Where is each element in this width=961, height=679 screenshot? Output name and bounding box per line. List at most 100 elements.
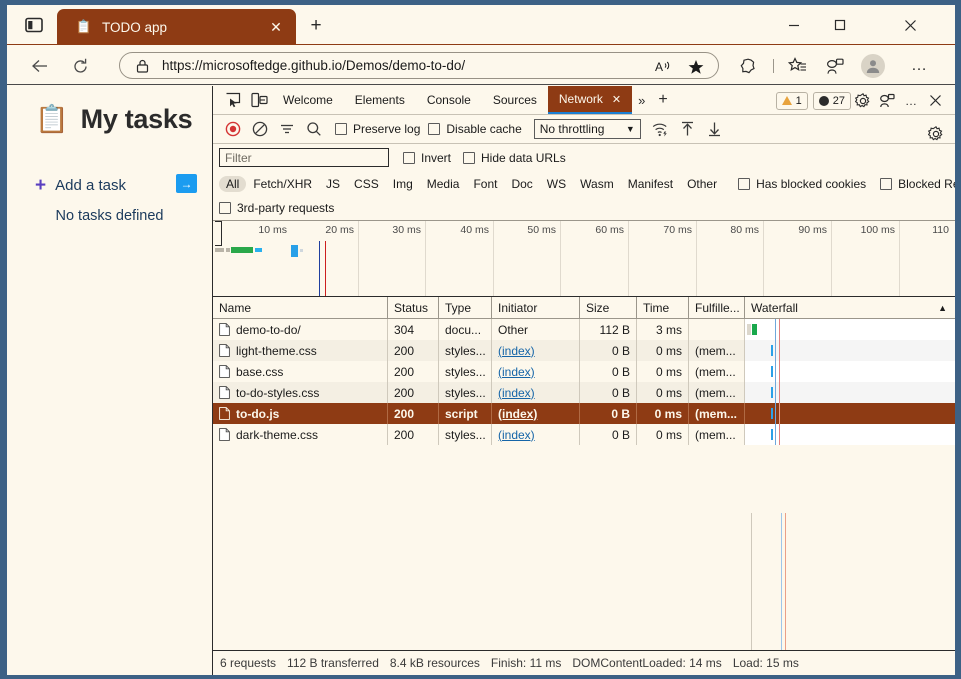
table-row[interactable]: base.css 200 styles... (index) 0 B 0 ms …	[213, 361, 955, 382]
column-header-fulfilled[interactable]: Fulfille...	[689, 297, 745, 318]
type-filter-other[interactable]: Other	[680, 176, 724, 192]
cell-name[interactable]: dark-theme.css	[213, 424, 388, 445]
initiator-link[interactable]: (index)	[498, 428, 535, 442]
tab-list-icon[interactable]	[23, 16, 45, 34]
type-filter-wasm[interactable]: Wasm	[573, 176, 621, 192]
table-row[interactable]: demo-to-do/ 304 docu... Other 112 B 3 ms	[213, 319, 955, 340]
column-header-waterfall[interactable]: Waterfall ▲	[745, 297, 955, 318]
favorites-star-icon[interactable]	[682, 56, 710, 77]
cell-initiator[interactable]: (index)	[492, 403, 580, 424]
third-party-requests-checkbox-box[interactable]	[219, 202, 231, 214]
url-bar[interactable]: https://microsoftedge.github.io/Demos/de…	[119, 52, 719, 79]
window-close-button[interactable]	[887, 5, 933, 45]
type-filter-font[interactable]: Font	[466, 176, 504, 192]
devtools-tab-welcome[interactable]: Welcome	[272, 86, 344, 114]
sort-caret-icon[interactable]: ▲	[938, 303, 947, 313]
add-task-row[interactable]: + Add a task →	[35, 176, 197, 195]
devtools-tab-console[interactable]: Console	[416, 86, 482, 114]
filter-icon[interactable]	[273, 115, 300, 144]
blocked-requests-checkbox-box[interactable]	[880, 178, 892, 190]
type-filter-fetch-xhr[interactable]: Fetch/XHR	[246, 176, 319, 192]
cell-initiator[interactable]: (index)	[492, 424, 580, 445]
type-filter-doc[interactable]: Doc	[504, 176, 539, 192]
initiator-link[interactable]: (index)	[498, 407, 537, 421]
has-blocked-cookies-checkbox[interactable]: Has blocked cookies	[738, 177, 866, 191]
cell-initiator[interactable]: (index)	[492, 382, 580, 403]
devtools-close-icon[interactable]	[923, 94, 947, 107]
devtools-tab-elements[interactable]: Elements	[344, 86, 416, 114]
column-header-initiator[interactable]: Initiator	[492, 297, 580, 318]
back-button[interactable]	[27, 53, 53, 79]
window-maximize-button[interactable]	[817, 5, 863, 45]
devtools-tab-sources[interactable]: Sources	[482, 86, 548, 114]
blocked-requests-checkbox[interactable]: Blocked Requests	[880, 177, 955, 191]
read-aloud-icon[interactable]: A	[650, 56, 678, 77]
initiator-link[interactable]: (index)	[498, 386, 535, 400]
table-row-selected[interactable]: to-do.js 200 script (index) 0 B 0 ms (me…	[213, 403, 955, 424]
devtools-more-button[interactable]: …	[899, 94, 923, 108]
has-blocked-cookies-checkbox-box[interactable]	[738, 178, 750, 190]
favorites-list-icon[interactable]	[783, 53, 811, 79]
import-har-icon[interactable]	[674, 115, 701, 144]
column-header-size[interactable]: Size	[580, 297, 637, 318]
table-row[interactable]: light-theme.css 200 styles... (index) 0 …	[213, 340, 955, 361]
cell-initiator[interactable]: (index)	[492, 361, 580, 382]
invert-checkbox[interactable]: Invert	[403, 151, 451, 165]
issues-badge[interactable]: 27	[813, 92, 851, 110]
initiator-link[interactable]: (index)	[498, 365, 535, 379]
gear-icon[interactable]	[851, 93, 875, 109]
collections-icon[interactable]	[734, 53, 762, 79]
add-panel-button[interactable]: +	[651, 86, 674, 114]
type-filter-css[interactable]: CSS	[347, 176, 386, 192]
devtools-tab-network-close-icon[interactable]: ✕	[612, 93, 621, 106]
search-icon[interactable]	[300, 115, 327, 144]
window-minimize-button[interactable]	[771, 5, 817, 45]
column-header-type[interactable]: Type	[439, 297, 492, 318]
filter-input[interactable]: Filter	[219, 148, 389, 167]
preserve-log-checkbox[interactable]: Preserve log	[335, 122, 420, 136]
hide-data-urls-checkbox[interactable]: Hide data URLs	[463, 151, 566, 165]
column-header-time[interactable]: Time	[637, 297, 689, 318]
export-har-icon[interactable]	[701, 115, 728, 144]
preserve-log-checkbox-box[interactable]	[335, 123, 347, 135]
type-filter-manifest[interactable]: Manifest	[621, 176, 680, 192]
network-overview-timeline[interactable]: 10 ms 20 ms 30 ms 40 ms 50 ms 60 ms 70 m…	[213, 220, 955, 297]
type-filter-ws[interactable]: WS	[540, 176, 573, 192]
cell-name[interactable]: base.css	[213, 361, 388, 382]
more-tools-icon[interactable]	[875, 93, 899, 109]
disable-cache-checkbox[interactable]: Disable cache	[428, 122, 521, 136]
overview-left-handle[interactable]	[215, 221, 222, 246]
cell-name[interactable]: light-theme.css	[213, 340, 388, 361]
column-header-status[interactable]: Status	[388, 297, 439, 318]
type-filter-js[interactable]: JS	[319, 176, 347, 192]
type-filter-all[interactable]: All	[219, 176, 246, 192]
tab-close-icon[interactable]: ✕	[268, 19, 284, 35]
type-filter-img[interactable]: Img	[386, 176, 420, 192]
type-filter-media[interactable]: Media	[420, 176, 467, 192]
throttling-select[interactable]: No throttling ▼	[534, 119, 641, 139]
devtools-tab-network[interactable]: Network ✕	[548, 86, 632, 114]
initiator-link[interactable]: (index)	[498, 344, 535, 358]
disable-cache-checkbox-box[interactable]	[428, 123, 440, 135]
hide-data-urls-checkbox-box[interactable]	[463, 152, 475, 164]
browser-more-button[interactable]: …	[905, 53, 933, 79]
table-row[interactable]: to-do-styles.css 200 styles... (index) 0…	[213, 382, 955, 403]
browser-tab-todo-app[interactable]: 📋 TODO app ✕	[57, 9, 296, 45]
table-row[interactable]: dark-theme.css 200 styles... (index) 0 B…	[213, 424, 955, 445]
cell-name[interactable]: to-do-styles.css	[213, 382, 388, 403]
new-tab-button[interactable]: +	[306, 16, 326, 36]
warnings-badge[interactable]: 1	[776, 92, 808, 110]
profile-avatar[interactable]	[859, 53, 887, 79]
requests-table-empty-area[interactable]	[213, 513, 955, 650]
clear-icon[interactable]	[246, 115, 273, 144]
reload-button[interactable]	[67, 53, 93, 79]
third-party-requests-checkbox[interactable]: 3rd-party requests	[219, 201, 334, 215]
network-conditions-icon[interactable]	[647, 115, 674, 144]
cell-initiator[interactable]: (index)	[492, 340, 580, 361]
add-task-submit-button[interactable]: →	[176, 174, 197, 193]
cell-name[interactable]: demo-to-do/	[213, 319, 388, 340]
device-toolbar-icon[interactable]	[246, 86, 272, 114]
more-tabs-chevron-icon[interactable]: »	[632, 86, 651, 114]
inspect-element-icon[interactable]	[220, 86, 246, 114]
split-screen-icon[interactable]	[821, 53, 849, 79]
